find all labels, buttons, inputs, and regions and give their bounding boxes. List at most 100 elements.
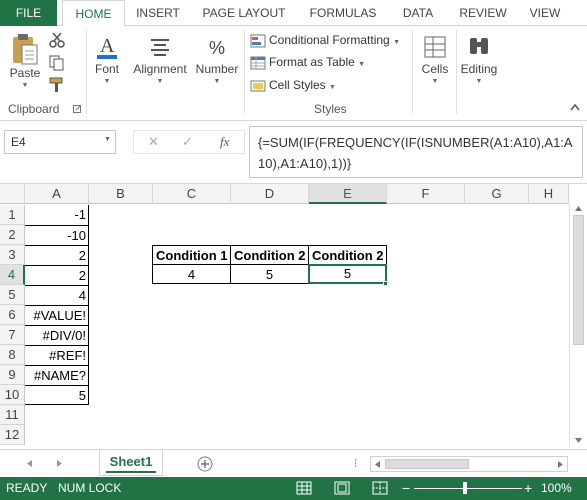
add-sheet-icon[interactable] (197, 456, 213, 472)
tab-file[interactable]: FILE (0, 0, 57, 26)
chevron-down-icon: ▼ (103, 78, 111, 85)
table-header-cell[interactable]: Condition 2 (308, 245, 387, 265)
zoom-in-button[interactable]: + (524, 477, 532, 500)
alignment-button[interactable]: Alignment ▼ (130, 32, 190, 85)
cell-a7[interactable]: #DIV/0! (25, 325, 89, 345)
column-header-e[interactable]: E (309, 184, 387, 204)
row-header-11[interactable]: 11 (0, 405, 25, 425)
cell-a4[interactable]: 2 (25, 265, 89, 285)
horizontal-scrollbar[interactable] (370, 456, 568, 472)
formula-input[interactable]: {=SUM(IF(FREQUENCY(IF(ISNUMBER(A1:A10),A… (249, 126, 583, 178)
alignment-label: Alignment (133, 62, 187, 76)
row-header-7[interactable]: 7 (0, 325, 25, 345)
dialog-launcher-icon[interactable] (73, 105, 81, 113)
name-box[interactable]: E4 (4, 130, 116, 154)
vertical-scroll-thumb[interactable] (573, 215, 584, 345)
cell-a3[interactable]: 2 (25, 245, 89, 265)
page-break-preview-icon[interactable] (372, 481, 388, 495)
editing-button[interactable]: Editing ▼ (458, 32, 500, 85)
chevron-down-icon: ▼ (431, 78, 439, 85)
table-header-cell[interactable]: Condition 1 (152, 245, 231, 265)
scroll-right-icon[interactable] (557, 460, 564, 469)
sheet-tab-sheet1[interactable]: Sheet1 (99, 450, 163, 476)
page-layout-view-icon[interactable] (334, 481, 350, 495)
svg-text:A: A (100, 35, 115, 57)
worksheet-grid: A B C D E F G H 1 2 3 4 5 6 7 8 9 10 11 … (0, 183, 587, 447)
row-header-2[interactable]: 2 (0, 225, 25, 245)
scroll-left-icon[interactable] (374, 460, 381, 469)
cell-a1[interactable]: -1 (25, 205, 89, 225)
format-as-table-button[interactable]: Format as Table ▼ (250, 52, 365, 72)
row-header-4[interactable]: 4 (0, 265, 25, 285)
collapse-ribbon-icon[interactable] (569, 102, 581, 112)
vertical-scrollbar[interactable] (569, 203, 587, 447)
row-header-1[interactable]: 1 (0, 205, 25, 225)
chevron-down-icon: ▼ (393, 39, 401, 46)
cell-a8[interactable]: #REF! (25, 345, 89, 365)
row-header-12[interactable]: 12 (0, 425, 25, 445)
column-header-h[interactable]: H (529, 184, 569, 204)
ribbon-home: Paste ▼ Clipboard A Font ▼ Alignment ▼ %… (0, 26, 587, 121)
conditional-formatting-label: Conditional Formatting (269, 33, 390, 47)
row-header-9[interactable]: 9 (0, 365, 25, 385)
number-button[interactable]: % Number ▼ (194, 32, 240, 85)
column-header-g[interactable]: G (465, 184, 529, 204)
paste-button[interactable]: Paste ▼ (6, 32, 44, 89)
cell-a2[interactable]: -10 (25, 225, 89, 245)
next-sheet-icon[interactable] (56, 459, 63, 468)
copy-icon[interactable] (48, 55, 66, 71)
cell-a9[interactable]: #NAME? (25, 365, 89, 385)
enter-icon[interactable]: ✓ (182, 134, 193, 150)
table-value-cell[interactable]: 5 (230, 264, 309, 284)
editing-label: Editing (460, 62, 498, 76)
row-header-5[interactable]: 5 (0, 285, 25, 305)
chevron-down-icon: ▼ (213, 78, 221, 85)
tab-insert[interactable]: INSERT (128, 0, 188, 26)
tab-review[interactable]: REVIEW (452, 0, 514, 26)
font-button[interactable]: A Font ▼ (90, 32, 124, 85)
zoom-level[interactable]: 100% (541, 477, 572, 500)
cells-button[interactable]: Cells ▼ (416, 32, 454, 85)
chevron-down-icon[interactable]: ▼ (104, 136, 111, 143)
cell-styles-button[interactable]: Cell Styles ▼ (250, 75, 336, 95)
horizontal-scroll-thumb[interactable] (385, 459, 469, 469)
chevron-down-icon: ▼ (156, 78, 164, 85)
row-header-6[interactable]: 6 (0, 305, 25, 325)
cut-icon[interactable] (48, 32, 66, 48)
cell-a5[interactable]: 4 (25, 285, 89, 305)
zoom-slider-thumb[interactable] (463, 482, 467, 494)
fill-handle[interactable] (383, 281, 388, 286)
format-painter-icon[interactable] (48, 77, 66, 93)
scroll-down-icon[interactable] (574, 437, 583, 444)
zoom-slider[interactable] (414, 488, 522, 489)
select-all-corner[interactable] (0, 184, 25, 204)
row-header-10[interactable]: 10 (0, 385, 25, 405)
insert-function-icon[interactable]: fx (220, 134, 229, 150)
prev-sheet-icon[interactable] (26, 459, 33, 468)
chevron-down-icon: ▼ (21, 82, 29, 89)
column-header-a[interactable]: A (25, 184, 89, 204)
scroll-up-icon[interactable] (574, 205, 583, 212)
tab-page-layout[interactable]: PAGE LAYOUT (195, 0, 293, 26)
zoom-out-button[interactable]: − (402, 477, 410, 500)
conditional-formatting-button[interactable]: Conditional Formatting ▼ (250, 30, 400, 50)
tab-view[interactable]: VIEW (522, 0, 568, 26)
tab-splitter[interactable] (354, 458, 357, 470)
cell-a6[interactable]: #VALUE! (25, 305, 89, 325)
cell-styles-label: Cell Styles (269, 78, 326, 92)
table-value-cell[interactable]: 4 (152, 264, 231, 284)
tab-home[interactable]: HOME (62, 0, 125, 27)
tab-formulas[interactable]: FORMULAS (303, 0, 383, 26)
tab-data[interactable]: DATA (393, 0, 443, 26)
row-header-3[interactable]: 3 (0, 245, 25, 265)
table-header-cell[interactable]: Condition 2 (230, 245, 309, 265)
normal-view-icon[interactable] (296, 481, 312, 495)
column-header-d[interactable]: D (231, 184, 309, 204)
column-header-f[interactable]: F (387, 184, 465, 204)
row-header-8[interactable]: 8 (0, 345, 25, 365)
cancel-icon[interactable]: ✕ (148, 134, 159, 150)
column-header-b[interactable]: B (89, 184, 153, 204)
column-header-c[interactable]: C (153, 184, 231, 204)
active-cell-e4[interactable]: 5 (308, 264, 387, 284)
cell-a10[interactable]: 5 (25, 385, 89, 405)
